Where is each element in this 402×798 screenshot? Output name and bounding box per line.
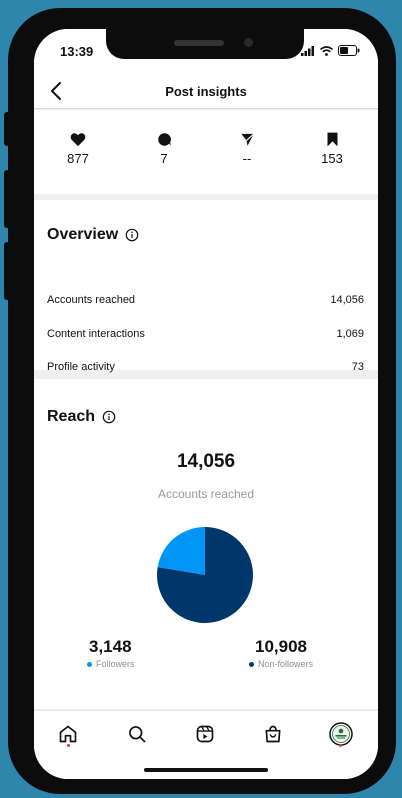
reach-pie-chart [157,527,253,623]
phone-screen: 13:39 Post insights 877 7 -- 153 Overvie… [34,29,378,779]
status-icons [301,45,360,56]
comments-stat: 7 [134,132,194,166]
non-followers-label: Non-followers [258,659,314,669]
profile-avatar [329,722,353,746]
phone-button-volume-up [4,170,10,228]
likes-count: 877 [67,151,89,166]
non-followers-legend: Non-followers [249,659,313,669]
saves-count: 153 [321,151,343,166]
phone-button-volume-down [4,242,10,300]
shop-icon [265,725,281,743]
signal-icon [301,45,314,56]
home-icon [59,725,77,743]
info-icon[interactable] [125,228,139,242]
overview-row-profile-activity[interactable]: Profile activity 73 [47,361,364,373]
comment-icon [157,133,171,146]
overview-title: Overview [47,226,139,244]
row-value: 1,069 [336,328,364,340]
save-icon [327,132,337,147]
home-notification-dot [67,744,70,747]
reels-icon [196,725,214,743]
likes-stat: 877 [48,132,108,166]
status-time: 13:39 [60,44,94,59]
tab-shop[interactable] [260,721,286,747]
row-label: Accounts reached [47,294,136,306]
row-label: Content interactions [47,328,145,340]
reach-total-label: Accounts reached [157,487,255,501]
front-camera [244,38,253,47]
reach-total: 14,056 [176,451,236,472]
reach-title: Reach [47,408,116,426]
home-indicator [144,768,268,772]
row-label: Profile activity [47,361,115,373]
phone-button-mute [4,112,10,146]
battery-icon [338,45,360,56]
speaker [174,40,224,46]
status-bar: 13:39 [34,29,378,75]
profile-notification-dot [339,744,342,747]
share-icon [240,133,254,146]
shares-count: -- [242,151,252,166]
overview-section: Overview Accounts reached 14,056 Content… [34,200,378,373]
followers-legend: Followers [87,659,135,669]
top-nav: Post insights [34,75,378,109]
notch [106,29,304,59]
comments-count: 7 [160,151,168,166]
wifi-icon [320,45,333,56]
overview-row-content-interactions[interactable]: Content interactions 1,069 [47,328,364,340]
info-icon[interactable] [102,410,116,424]
saves-stat: 153 [302,132,362,166]
non-followers-dot [249,661,254,667]
engagement-stats: 877 7 -- 153 [34,110,378,194]
tab-search[interactable] [124,721,150,747]
reach-title-text: Reach [47,408,96,425]
followers-value: 3,148 [89,637,132,656]
overview-title-text: Overview [47,226,119,243]
pie-slice-followers [157,527,205,575]
tab-reels[interactable] [192,721,218,747]
page-title: Post insights [165,84,247,99]
reach-section: Reach 14,056 Accounts reached 3,148 Foll… [34,379,378,709]
row-value: 73 [351,361,364,373]
heart-icon [70,133,86,147]
followers-dot [87,661,92,667]
followers-label: Followers [96,659,135,669]
non-followers-value: 10,908 [255,637,307,656]
overview-row-accounts-reached[interactable]: Accounts reached 14,056 [47,294,364,306]
shares-stat: -- [217,132,277,166]
search-icon [129,726,146,743]
row-value: 14,056 [330,294,364,306]
